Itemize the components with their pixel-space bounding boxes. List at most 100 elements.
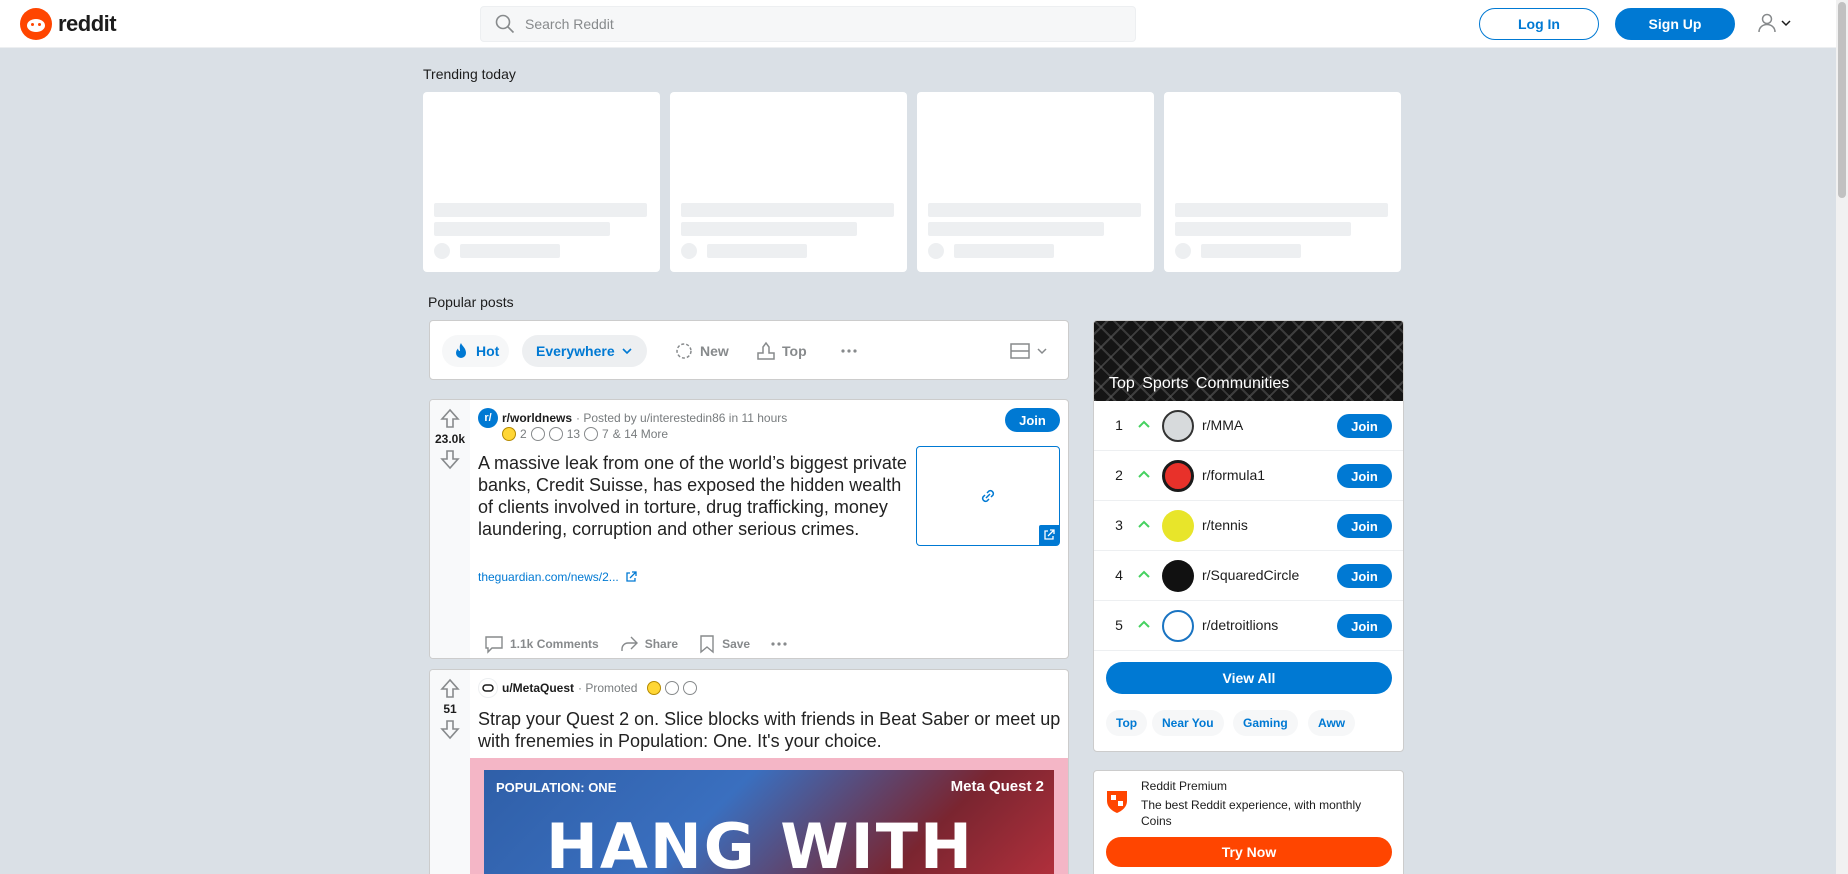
community-name[interactable]: r/SquaredCircle: [1202, 567, 1299, 583]
tag-top[interactable]: Top: [1106, 710, 1148, 736]
community-name[interactable]: r/tennis: [1202, 517, 1248, 533]
search-input[interactable]: [525, 16, 1105, 32]
join-button[interactable]: Join: [1337, 564, 1392, 588]
ad-headline: HANG WITH: [546, 810, 974, 874]
login-button[interactable]: Log In: [1479, 8, 1599, 40]
more-awards: & 14 More: [612, 427, 669, 441]
sort-top-button[interactable]: Top: [746, 335, 817, 367]
post-more-button[interactable]: [764, 629, 794, 658]
tag-aww[interactable]: Aww: [1308, 710, 1356, 736]
community-row[interactable]: 5 r/detroitlions Join: [1094, 601, 1403, 651]
user-menu-dropdown[interactable]: [1756, 12, 1792, 34]
posted-by: · Posted by u/interestedin86 in 11 hours: [576, 411, 788, 425]
tag-near-you[interactable]: Near You: [1152, 710, 1224, 736]
view-all-button[interactable]: View All: [1106, 662, 1392, 694]
award-icon[interactable]: [647, 681, 662, 695]
community-avatar: [1162, 510, 1194, 542]
community-name[interactable]: r/MMA: [1202, 417, 1243, 433]
sparkle-burst-icon: [676, 343, 692, 359]
location-label: Everywhere: [536, 343, 615, 359]
share-label: Share: [644, 637, 679, 651]
upvote-arrow-icon[interactable]: [439, 408, 461, 430]
ellipsis-icon: [841, 349, 857, 353]
upvote-arrow-icon[interactable]: [439, 678, 461, 700]
chevron-down-icon: [1781, 20, 1791, 27]
award-icon[interactable]: [665, 681, 680, 695]
promoted-label: · Promoted: [578, 681, 638, 695]
author-link[interactable]: u/MetaQuest: [502, 681, 574, 695]
page-scrollbar[interactable]: [1836, 0, 1848, 874]
more-options-button[interactable]: [830, 335, 868, 367]
join-button[interactable]: Join: [1005, 408, 1060, 432]
meta-quest-avatar[interactable]: [478, 678, 498, 698]
downvote-arrow-icon[interactable]: [439, 448, 461, 470]
external-link-icon: [626, 571, 637, 582]
awards-row[interactable]: 2 13 7 & 14 More: [502, 427, 668, 441]
reddit-logo[interactable]: reddit: [20, 8, 117, 40]
layout-view-dropdown[interactable]: [1000, 335, 1058, 367]
community-avatar: [1162, 610, 1194, 642]
vote-count: 51: [443, 702, 457, 716]
promoted-post-card[interactable]: 51 u/MetaQuest · Promoted Strap your Que…: [429, 669, 1069, 874]
user-icon: [1758, 13, 1776, 33]
community-row[interactable]: 3 r/tennis Join: [1094, 501, 1403, 551]
community-name[interactable]: r/formula1: [1202, 467, 1265, 483]
trending-card[interactable]: [423, 92, 660, 272]
join-button[interactable]: Join: [1337, 514, 1392, 538]
comments-count: 1.1k Comments: [510, 637, 599, 651]
trend-up-icon: [1138, 520, 1150, 528]
sort-new-button[interactable]: New: [664, 335, 739, 367]
search-icon: [495, 14, 515, 34]
ad-image[interactable]: POPULATION: ONE Meta Quest 2 HANG WITH: [470, 758, 1068, 874]
premium-card: Reddit Premium The best Reddit experienc…: [1093, 770, 1404, 874]
community-row[interactable]: 1 r/MMA Join: [1094, 401, 1403, 451]
signup-button[interactable]: Sign Up: [1615, 8, 1735, 40]
vote-column: 51: [430, 670, 470, 874]
location-dropdown[interactable]: Everywhere: [522, 335, 647, 367]
subreddit-icon[interactable]: r/: [478, 408, 498, 428]
post-meta: r/ r/worldnews · Posted by u/interestedi…: [478, 408, 787, 428]
sort-top-label: Top: [782, 343, 807, 359]
post-meta: u/MetaQuest · Promoted: [478, 678, 698, 698]
community-avatar: [1162, 460, 1194, 492]
top-communities-card: Top Sports Communities 1 r/MMA Join 2 r/…: [1093, 320, 1404, 752]
trending-title: Trending today: [423, 66, 516, 82]
external-link[interactable]: theguardian.com/news/2...: [478, 570, 637, 584]
downvote-arrow-icon[interactable]: [439, 718, 461, 740]
join-button[interactable]: Join: [1337, 614, 1392, 638]
trending-card[interactable]: [1164, 92, 1401, 272]
share-arrow-icon: [621, 636, 638, 651]
open-external-icon: [1039, 525, 1059, 545]
flame-icon: [456, 343, 466, 358]
tag-gaming[interactable]: Gaming: [1233, 710, 1298, 736]
trending-card[interactable]: [917, 92, 1154, 272]
community-row[interactable]: 4 r/SquaredCircle Join: [1094, 551, 1403, 601]
community-rank: 2: [1115, 467, 1123, 483]
link-thumbnail[interactable]: [916, 446, 1060, 546]
join-button[interactable]: Join: [1337, 414, 1392, 438]
post-title[interactable]: A massive leak from one of the world’s b…: [478, 452, 908, 540]
community-rank: 5: [1115, 617, 1123, 633]
award-count: 13: [566, 427, 581, 441]
search-bar[interactable]: [480, 6, 1136, 42]
community-rank: 4: [1115, 567, 1123, 583]
post-title[interactable]: Strap your Quest 2 on. Slice blocks with…: [478, 708, 1063, 752]
award-icon[interactable]: [683, 681, 698, 695]
share-button[interactable]: Share: [613, 628, 684, 658]
comments-button[interactable]: 1.1k Comments: [478, 628, 605, 658]
join-button[interactable]: Join: [1337, 464, 1392, 488]
subreddit-link[interactable]: r/worldnews: [502, 411, 572, 425]
sort-hot-button[interactable]: Hot: [442, 335, 510, 367]
bookmark-icon: [700, 635, 714, 654]
community-row[interactable]: 2 r/formula1 Join: [1094, 451, 1403, 501]
award-icon: [584, 427, 599, 441]
save-button[interactable]: Save: [692, 628, 756, 658]
award-count: 2: [520, 427, 527, 441]
post-actions: 1.1k Comments Share Save: [478, 628, 794, 658]
trending-card[interactable]: [670, 92, 907, 272]
post-card[interactable]: 23.0k r/ r/worldnews · Posted by u/inter…: [429, 399, 1069, 659]
scrollbar-thumb[interactable]: [1838, 2, 1846, 198]
community-name[interactable]: r/detroitlions: [1202, 617, 1278, 633]
award-icon: [530, 427, 545, 441]
try-now-button[interactable]: Try Now: [1106, 837, 1392, 867]
